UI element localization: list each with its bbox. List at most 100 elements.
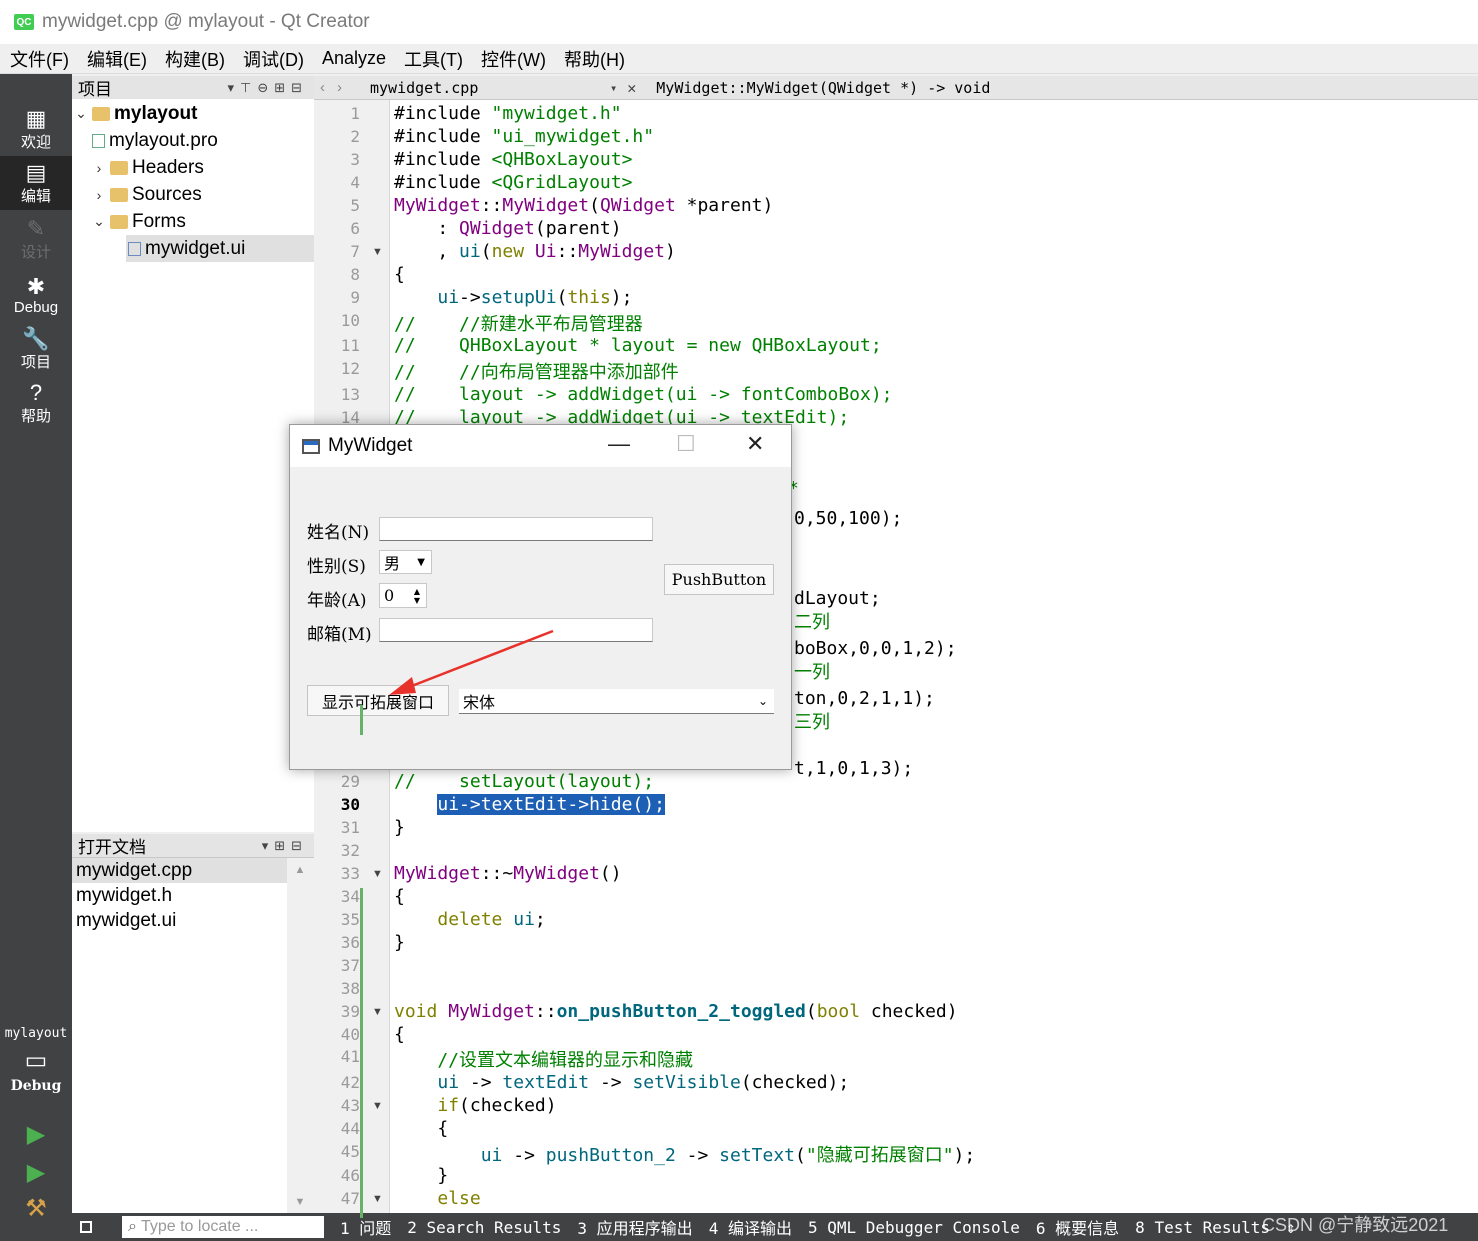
menu-build[interactable]: 构建(B) (165, 46, 225, 72)
menu-help[interactable]: 帮助(H) (564, 46, 625, 72)
locator-input[interactable]: ⌕ Type to locate ... (122, 1216, 324, 1238)
tab-search-results[interactable]: 2 Search Results (407, 1218, 561, 1237)
code-line[interactable]: } (394, 932, 405, 953)
code-line[interactable]: delete ui; (394, 909, 545, 930)
chevron-down-icon[interactable]: ⌄ (90, 213, 108, 230)
open-doc-item[interactable]: mywidget.ui (72, 908, 287, 933)
tab-test-results[interactable]: 8 Test Results (1135, 1218, 1270, 1237)
fold-marker-icon[interactable]: ▼ (372, 868, 383, 880)
line-number: 13 (340, 385, 360, 404)
tab-general-messages[interactable]: 6 概要信息 (1036, 1215, 1119, 1239)
line-number: 10 (340, 311, 360, 330)
back-icon[interactable]: ‹ (320, 79, 325, 96)
menu-analyze[interactable]: Analyze (322, 48, 386, 69)
kit-config-label[interactable]: Debug (0, 1078, 72, 1094)
panel-tools-icon[interactable]: ▾⊞⊟ (262, 838, 308, 854)
close-document-icon[interactable]: ✕ (627, 79, 636, 97)
fold-marker-icon[interactable]: ▼ (372, 246, 383, 258)
code-line[interactable]: #include <QGridLayout> (394, 172, 632, 193)
panel-tools-icon[interactable]: ▾⊤⊖⊞⊟ (227, 80, 308, 96)
tree-item-forms[interactable]: ⌄ Forms (90, 208, 186, 235)
code-line[interactable]: { (394, 264, 405, 285)
fold-marker-icon[interactable]: ▼ (372, 1006, 383, 1018)
code-line[interactable]: ui -> pushButton_2 -> setText("隐藏可拓展窗口")… (394, 1141, 976, 1167)
code-line[interactable]: // layout -> addWidget(ui -> fontComboBo… (394, 384, 893, 405)
monitor-icon[interactable]: ▭ (0, 1046, 72, 1075)
tree-item-mylayout[interactable]: ⌄ mylayout (72, 100, 197, 127)
grid-icon: ▦ (25, 105, 47, 131)
mode-design[interactable]: ✎ 设计 (0, 212, 72, 266)
mode-edit[interactable]: ▤ 编辑 (0, 156, 72, 210)
chevron-right-icon[interactable]: › (90, 160, 108, 176)
run-icon[interactable]: ▶ (0, 1120, 72, 1149)
mode-projects[interactable]: 🔧 项目 (0, 322, 72, 376)
scroll-down-icon[interactable]: ▼ (287, 1196, 313, 1208)
menu-bar: 文件(F) 编辑(E) 构建(B) 调试(D) Analyze 工具(T) 控件… (0, 44, 1478, 74)
project-tree: ⌄ mylayout mylayout.pro › Headers › Sour… (72, 99, 314, 832)
code-line[interactable]: } (394, 817, 405, 838)
line-number: 8 (350, 265, 360, 284)
dropdown-icon[interactable]: ▾ (610, 81, 617, 95)
code-line[interactable]: // QHBoxLayout * layout = new QHBoxLayou… (394, 335, 882, 356)
code-line[interactable]: ui->setupUi(this); (394, 287, 632, 308)
annotation-arrow (389, 629, 554, 695)
open-docs-scrollbar[interactable]: ▲ ▼ (287, 858, 313, 1214)
help-icon: ? (29, 379, 43, 405)
tab-app-output[interactable]: 3 应用程序输出 (577, 1215, 692, 1239)
code-line[interactable]: if(checked) (394, 1095, 556, 1116)
build-hammer-icon[interactable]: ⚒ (0, 1194, 72, 1223)
code-line[interactable]: : QWidget(parent) (394, 218, 621, 239)
code-line[interactable]: MyWidget::MyWidget(QWidget *parent) (394, 195, 773, 216)
code-line[interactable]: // //新建水平布局管理器 (394, 310, 643, 336)
code-line[interactable]: } (394, 1165, 448, 1186)
code-line[interactable]: , ui(new Ui::MyWidget) (394, 241, 676, 262)
mode-debug[interactable]: ✱ Debug (0, 268, 72, 322)
code-line[interactable]: #include "ui_mywidget.h" (394, 126, 654, 147)
fold-marker-icon[interactable]: ▼ (372, 1193, 383, 1205)
function-selector[interactable]: MyWidget::MyWidget(QWidget *) -> void (656, 79, 990, 97)
tree-item-sources[interactable]: › Sources (90, 181, 202, 208)
code-line[interactable]: #include "mywidget.h" (394, 103, 622, 124)
scroll-up-icon[interactable]: ▲ (287, 864, 313, 876)
code-line[interactable]: ui->textEdit->hide(); (394, 794, 665, 815)
mode-welcome[interactable]: ▦ 欢迎 (0, 102, 72, 156)
tree-item-headers[interactable]: › Headers (90, 154, 204, 181)
tab-compile-output[interactable]: 4 编译输出 (709, 1215, 792, 1239)
tree-item-ui-file[interactable]: mywidget.ui (126, 235, 314, 262)
watermark: CSDN @宁静致远2021 (1262, 1215, 1449, 1235)
chevron-right-icon[interactable]: › (90, 187, 108, 203)
code-line[interactable]: { (394, 1024, 405, 1045)
menu-debug[interactable]: 调试(D) (243, 46, 304, 72)
sources-folder-icon (110, 187, 128, 202)
open-doc-item[interactable]: mywidget.h (72, 883, 287, 908)
mode-help[interactable]: ? 帮助 (0, 376, 72, 430)
code-line[interactable]: // //向布局管理器中添加部件 (394, 358, 679, 384)
code-line[interactable]: { (394, 1118, 448, 1139)
menu-edit[interactable]: 编辑(E) (87, 46, 147, 72)
line-number: 45 (340, 1142, 360, 1161)
code-line[interactable]: #include <QHBoxLayout> (394, 149, 632, 170)
line-number: 29 (340, 772, 360, 791)
code-fragment: 三列 (794, 712, 830, 733)
open-doc-item[interactable]: mywidget.cpp (72, 858, 287, 883)
tree-item-pro-file[interactable]: mylayout.pro (90, 127, 218, 154)
toggle-sidebar-icon[interactable] (80, 1221, 92, 1233)
menu-file[interactable]: 文件(F) (10, 46, 69, 72)
tab-issues[interactable]: 1 问题 (340, 1215, 391, 1239)
code-line[interactable]: // setLayout(layout); (394, 771, 654, 792)
file-selector[interactable]: mywidget.cpp (370, 79, 610, 97)
menu-widgets[interactable]: 控件(W) (481, 46, 546, 72)
code-line[interactable]: ui -> textEdit -> setVisible(checked); (394, 1072, 849, 1093)
tab-qml-debugger[interactable]: 5 QML Debugger Console (808, 1218, 1020, 1237)
code-line[interactable]: //设置文本编辑器的显示和隐藏 (394, 1046, 693, 1072)
forward-icon[interactable]: › (337, 79, 342, 96)
code-line[interactable]: MyWidget::~MyWidget() (394, 863, 622, 884)
code-line[interactable]: else (394, 1188, 480, 1209)
code-line[interactable]: void MyWidget::on_pushButton_2_toggled(b… (394, 1001, 958, 1022)
menu-tools[interactable]: 工具(T) (404, 46, 463, 72)
code-line[interactable]: { (394, 886, 405, 907)
chevron-down-icon[interactable]: ⌄ (72, 105, 90, 122)
pencil-icon: ✎ (26, 215, 46, 241)
fold-marker-icon[interactable]: ▼ (372, 1100, 383, 1112)
debug-run-icon[interactable]: ▶ (0, 1158, 72, 1187)
